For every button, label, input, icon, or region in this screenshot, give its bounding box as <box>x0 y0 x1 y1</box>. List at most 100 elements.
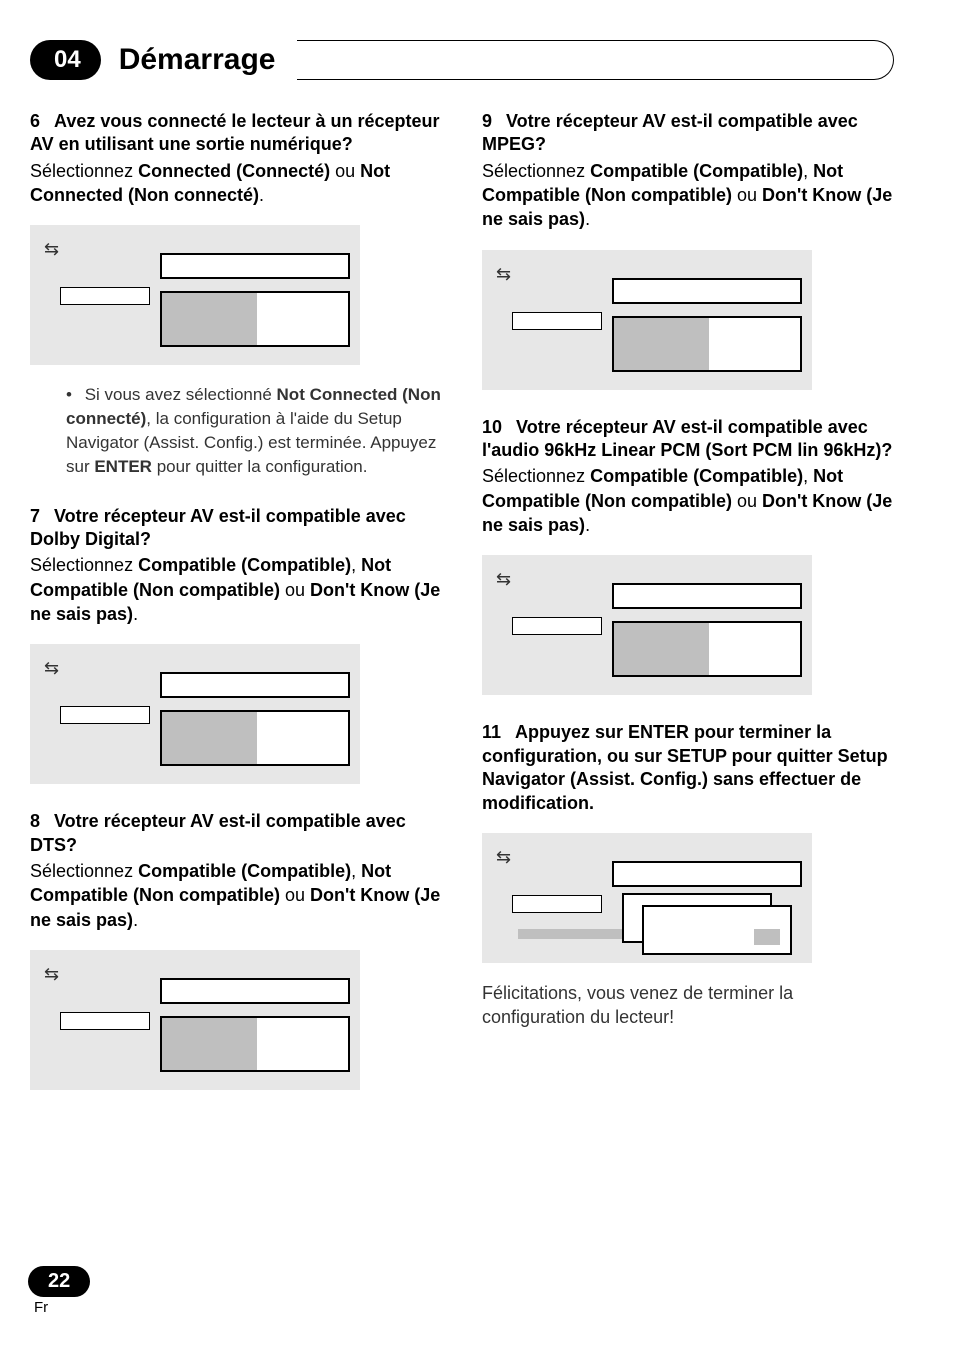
dialog-card-front <box>642 905 792 955</box>
dialog-tab <box>60 706 150 724</box>
option-compatible: Compatible (Compatible) <box>590 161 803 181</box>
text: ou <box>732 491 762 511</box>
option-compatible: Compatible (Compatible) <box>138 555 351 575</box>
dialog-body <box>160 710 350 766</box>
dialog-tab <box>512 617 602 635</box>
dialog-titlebar <box>612 278 802 304</box>
option-compatible: Compatible (Compatible) <box>138 861 351 881</box>
text: . <box>133 604 138 624</box>
dialog-body <box>612 621 802 677</box>
chapter-header: 04 Démarrage <box>30 40 894 80</box>
step-6-note: Si vous avez sélectionné Not Connected (… <box>66 383 442 478</box>
step-11-qtext: Appuyez sur ENTER pour terminer la confi… <box>482 722 888 812</box>
text: Sélectionnez <box>482 161 590 181</box>
step-6: 6Avez vous connecté le lecteur à un réce… <box>30 110 442 479</box>
dialog-body <box>612 316 802 372</box>
text: Sélectionnez <box>482 466 590 486</box>
chapter-number-badge: 04 <box>30 40 101 80</box>
step-7-question: 7Votre récepteur AV est-il compatible av… <box>30 505 442 552</box>
page-number-badge: 22 <box>28 1266 90 1297</box>
dialog-body <box>160 1016 350 1072</box>
step-9-answer: Sélectionnez Compatible (Compatible), No… <box>482 159 894 232</box>
dialog-stack <box>622 893 802 955</box>
step-8-number: 8 <box>30 810 40 833</box>
option-connected: Connected (Connecté) <box>138 161 330 181</box>
step-9-number: 9 <box>482 110 492 133</box>
nav-arrows-icon: ⇆ <box>496 847 511 868</box>
page-footer: 22 Fr <box>28 1266 90 1316</box>
step-6-number: 6 <box>30 110 40 133</box>
text: ou <box>280 885 310 905</box>
text: . <box>585 515 590 535</box>
text: , <box>351 861 361 881</box>
step-10: 10Votre récepteur AV est-il compatible a… <box>482 416 894 696</box>
screenshot-step-11: ⇆ <box>482 833 812 963</box>
step-8: 8Votre récepteur AV est-il compatible av… <box>30 810 442 1090</box>
step-10-number: 10 <box>482 416 502 439</box>
step-8-question: 8Votre récepteur AV est-il compatible av… <box>30 810 442 857</box>
screenshot-step-6: ⇆ <box>30 225 360 365</box>
dialog-titlebar <box>160 978 350 1004</box>
option-compatible: Compatible (Compatible) <box>590 466 803 486</box>
closing-text: Félicitations, vous venez de terminer la… <box>482 981 894 1030</box>
text: ou <box>280 580 310 600</box>
step-6-note-list: Si vous avez sélectionné Not Connected (… <box>30 383 442 478</box>
chapter-title: Démarrage <box>119 43 276 77</box>
step-7-qtext: Votre récepteur AV est-il compatible ave… <box>30 506 406 549</box>
step-11-number: 11 <box>482 721 501 744</box>
step-11: 11Appuyez sur ENTER pour terminer la con… <box>482 721 894 1029</box>
text: Si vous avez sélectionné <box>85 385 277 404</box>
page: 04 Démarrage 6Avez vous connecté le lect… <box>0 0 954 1352</box>
nav-arrows-icon: ⇆ <box>496 264 511 285</box>
content-columns: 6Avez vous connecté le lecteur à un réce… <box>30 110 894 1116</box>
text: , <box>351 555 361 575</box>
dialog-titlebar <box>160 253 350 279</box>
text: ou <box>330 161 360 181</box>
left-column: 6Avez vous connecté le lecteur à un réce… <box>30 110 442 1116</box>
screenshot-step-9: ⇆ <box>482 250 812 390</box>
text: . <box>259 185 264 205</box>
nav-arrows-icon: ⇆ <box>44 964 59 985</box>
right-column: 9Votre récepteur AV est-il compatible av… <box>482 110 894 1116</box>
text: Sélectionnez <box>30 161 138 181</box>
dialog-tab <box>512 312 602 330</box>
step-9: 9Votre récepteur AV est-il compatible av… <box>482 110 894 390</box>
dialog-titlebar <box>612 861 802 887</box>
nav-arrows-icon: ⇆ <box>44 658 59 679</box>
text: , <box>803 161 813 181</box>
nav-arrows-icon: ⇆ <box>496 569 511 590</box>
text: Sélectionnez <box>30 555 138 575</box>
key-enter: ENTER <box>94 457 152 476</box>
screenshot-step-10: ⇆ <box>482 555 812 695</box>
text: , <box>803 466 813 486</box>
dialog-titlebar <box>160 672 350 698</box>
step-8-qtext: Votre récepteur AV est-il compatible ave… <box>30 811 406 854</box>
text: . <box>585 209 590 229</box>
dialog-tab <box>60 1012 150 1030</box>
dialog-titlebar <box>612 583 802 609</box>
step-9-question: 9Votre récepteur AV est-il compatible av… <box>482 110 894 157</box>
dialog-tab <box>60 287 150 305</box>
step-11-question: 11Appuyez sur ENTER pour terminer la con… <box>482 721 894 815</box>
text: Sélectionnez <box>30 861 138 881</box>
text: . <box>133 910 138 930</box>
step-6-question: 6Avez vous connecté le lecteur à un réce… <box>30 110 442 157</box>
step-7: 7Votre récepteur AV est-il compatible av… <box>30 505 442 785</box>
step-8-answer: Sélectionnez Compatible (Compatible), No… <box>30 859 442 932</box>
step-9-qtext: Votre récepteur AV est-il compatible ave… <box>482 111 858 154</box>
language-code: Fr <box>34 1299 90 1316</box>
screenshot-step-7: ⇆ <box>30 644 360 784</box>
text: pour quitter la configuration. <box>152 457 367 476</box>
step-10-qtext: Votre récepteur AV est-il compatible ave… <box>482 417 892 460</box>
step-7-number: 7 <box>30 505 40 528</box>
screenshot-step-8: ⇆ <box>30 950 360 1090</box>
nav-arrows-icon: ⇆ <box>44 239 59 260</box>
dialog-tab <box>512 895 602 913</box>
step-10-question: 10Votre récepteur AV est-il compatible a… <box>482 416 894 463</box>
step-6-qtext: Avez vous connecté le lecteur à un récep… <box>30 111 440 154</box>
header-rule <box>297 40 894 80</box>
step-6-answer: Sélectionnez Connected (Connecté) ou Not… <box>30 159 442 208</box>
text: ou <box>732 185 762 205</box>
step-10-answer: Sélectionnez Compatible (Compatible), No… <box>482 464 894 537</box>
dialog-body <box>160 291 350 347</box>
